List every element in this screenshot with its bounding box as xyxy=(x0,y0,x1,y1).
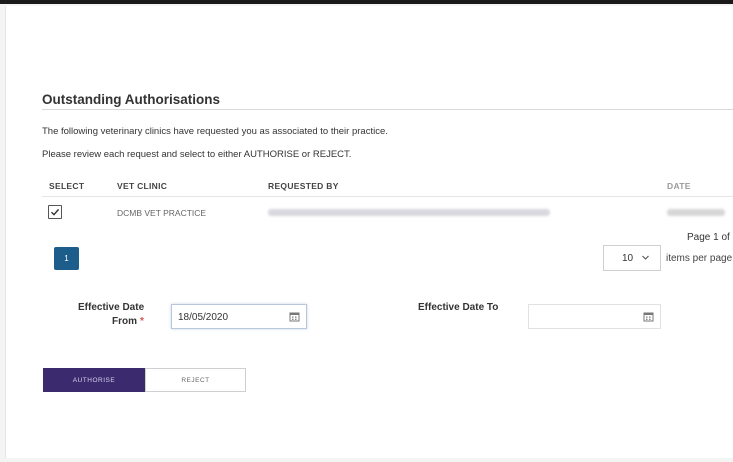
checkmark-icon xyxy=(51,208,60,216)
row-select-checkbox[interactable] xyxy=(48,205,62,219)
reject-button[interactable]: REJECT xyxy=(145,368,246,392)
column-header-vet-clinic: VET CLINIC xyxy=(117,181,168,191)
section-title: Outstanding Authorisations xyxy=(42,92,220,107)
effective-date-to-label: Effective Date To xyxy=(418,302,499,313)
required-marker: * xyxy=(140,316,144,327)
column-header-date: DATE xyxy=(667,181,691,191)
calendar-icon[interactable] xyxy=(643,311,654,322)
window-top-border xyxy=(0,0,733,4)
calendar-icon[interactable] xyxy=(289,311,300,322)
authorisations-panel: Outstanding Authorisations The following… xyxy=(5,6,733,458)
effective-date-from-label-line-2: From * xyxy=(112,316,144,327)
column-header-requested-by: REQUESTED BY xyxy=(268,181,339,191)
authorise-button[interactable]: AUTHORISE xyxy=(43,368,145,392)
intro-text-2: Please review each request and select to… xyxy=(42,149,352,160)
title-divider xyxy=(42,109,733,110)
items-per-page-value: 10 xyxy=(622,253,634,264)
effective-date-from-label: Effective Date xyxy=(78,302,145,313)
cell-date-blurred xyxy=(667,209,725,216)
page-info: Page 1 of xyxy=(687,232,730,243)
table-header-divider xyxy=(42,196,733,197)
items-per-page-select[interactable]: 10 xyxy=(603,245,661,271)
column-header-select: SELECT xyxy=(49,181,85,191)
effective-date-from-input[interactable]: 18/05/2020 xyxy=(171,304,307,329)
page-button-1[interactable]: 1 xyxy=(54,247,79,270)
chevron-down-icon xyxy=(642,255,649,260)
cell-requested-by-blurred xyxy=(268,209,550,216)
effective-date-to-input[interactable] xyxy=(528,304,661,329)
items-per-page-label: items per page xyxy=(666,253,733,264)
cell-vet-clinic: DCMB VET PRACTICE xyxy=(117,208,207,218)
effective-date-from-value: 18/05/2020 xyxy=(178,312,229,323)
intro-text-1: The following veterinary clinics have re… xyxy=(42,126,388,137)
